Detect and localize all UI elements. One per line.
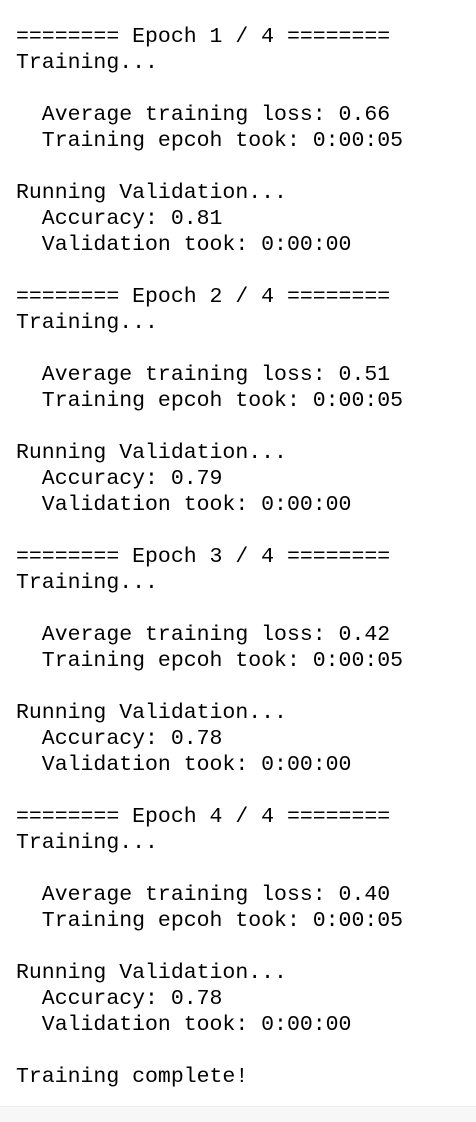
validation-time: Validation took: 0:00:00 xyxy=(16,493,352,517)
training-epoch-time: Training epcoh took: 0:00:05 xyxy=(16,129,404,153)
training-status: Training... xyxy=(16,571,158,595)
training-log: ======== Epoch 1 / 4 ======== Training..… xyxy=(16,24,466,1090)
epoch-block-4: ======== Epoch 4 / 4 ======== Training..… xyxy=(16,804,466,1064)
validation-accuracy: Accuracy: 0.78 xyxy=(16,727,223,751)
cell-bottom-strip xyxy=(0,1106,476,1122)
epoch-block-2: ======== Epoch 2 / 4 ======== Training..… xyxy=(16,284,466,544)
training-status: Training... xyxy=(16,831,158,855)
validation-time: Validation took: 0:00:00 xyxy=(16,1013,352,1037)
epoch-block-1: ======== Epoch 1 / 4 ======== Training..… xyxy=(16,24,466,284)
cell-output-area: ======== Epoch 1 / 4 ======== Training..… xyxy=(0,0,476,1106)
training-epoch-time: Training epcoh took: 0:00:05 xyxy=(16,649,404,673)
average-training-loss: Average training loss: 0.42 xyxy=(16,623,391,647)
epoch-header: ======== Epoch 3 / 4 ======== xyxy=(16,545,391,569)
training-status: Training... xyxy=(16,51,158,75)
epoch-header: ======== Epoch 2 / 4 ======== xyxy=(16,285,391,309)
validation-accuracy: Accuracy: 0.78 xyxy=(16,987,223,1011)
running-validation-status: Running Validation... xyxy=(16,441,287,465)
training-complete-message: Training complete! xyxy=(16,1065,249,1089)
training-status: Training... xyxy=(16,311,158,335)
average-training-loss: Average training loss: 0.51 xyxy=(16,363,391,387)
epoch-header: ======== Epoch 1 / 4 ======== xyxy=(16,25,391,49)
running-validation-status: Running Validation... xyxy=(16,701,287,725)
epoch-block-3: ======== Epoch 3 / 4 ======== Training..… xyxy=(16,544,466,804)
validation-accuracy: Accuracy: 0.79 xyxy=(16,467,223,491)
average-training-loss: Average training loss: 0.66 xyxy=(16,103,391,127)
epoch-header: ======== Epoch 4 / 4 ======== xyxy=(16,805,391,829)
validation-time: Validation took: 0:00:00 xyxy=(16,233,352,257)
validation-time: Validation took: 0:00:00 xyxy=(16,753,352,777)
average-training-loss: Average training loss: 0.40 xyxy=(16,883,391,907)
running-validation-status: Running Validation... xyxy=(16,961,287,985)
training-epoch-time: Training epcoh took: 0:00:05 xyxy=(16,909,404,933)
validation-accuracy: Accuracy: 0.81 xyxy=(16,207,223,231)
training-epoch-time: Training epcoh took: 0:00:05 xyxy=(16,389,404,413)
running-validation-status: Running Validation... xyxy=(16,181,287,205)
